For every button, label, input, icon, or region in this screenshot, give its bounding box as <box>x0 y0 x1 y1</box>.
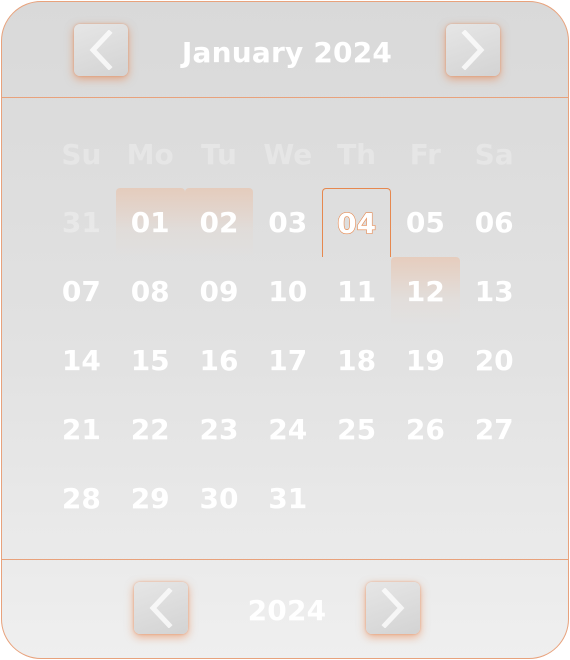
day-cell[interactable]: 10 <box>253 257 322 326</box>
day-cell[interactable]: 30 <box>185 464 254 533</box>
day-cell[interactable]: 17 <box>253 326 322 395</box>
weekday-label: Th <box>337 138 377 171</box>
day-cell[interactable]: 20 <box>460 326 529 395</box>
day-cell[interactable]: 03 <box>253 188 322 257</box>
day-cell[interactable]: 25 <box>322 395 391 464</box>
day-grid: 31 01 02 03 04 05 06 07 08 09 10 11 12 13 14 15 16 17 18 19… <box>47 188 529 533</box>
day-cell[interactable]: 09 <box>185 257 254 326</box>
day-cell-outside-month[interactable]: 31 <box>47 188 116 257</box>
chevron-left-icon <box>89 30 113 70</box>
next-month-button[interactable] <box>446 24 500 76</box>
day-cell[interactable]: 06 <box>460 188 529 257</box>
day-cell[interactable]: 22 <box>116 395 185 464</box>
calendar-widget: January 2024 Su Mo Tu We Th Fr Sa 31 01 02 03 04 05… <box>1 1 569 659</box>
day-cell[interactable]: 16 <box>185 326 254 395</box>
day-cell[interactable]: 28 <box>47 464 116 533</box>
day-cell[interactable]: 26 <box>391 395 460 464</box>
day-cell[interactable]: 15 <box>116 326 185 395</box>
day-cell[interactable]: 07 <box>47 257 116 326</box>
chevron-right-icon <box>381 588 405 628</box>
day-cell[interactable]: 24 <box>253 395 322 464</box>
day-cell[interactable]: 23 <box>185 395 254 464</box>
day-cell[interactable]: 29 <box>116 464 185 533</box>
day-cell[interactable]: 14 <box>47 326 116 395</box>
day-cell[interactable]: 31 <box>253 464 322 533</box>
day-cell[interactable]: 19 <box>391 326 460 395</box>
day-cell-highlighted[interactable]: 12 <box>390 257 460 326</box>
day-cell[interactable]: 27 <box>460 395 529 464</box>
day-cell-highlighted[interactable]: 01 <box>115 188 185 257</box>
weekday-label: Fr <box>409 138 441 171</box>
header-divider <box>2 97 568 98</box>
weekday-label: Sa <box>474 138 514 171</box>
prev-month-button[interactable] <box>74 24 128 76</box>
weekday-label: Su <box>61 138 102 171</box>
chevron-right-icon <box>461 30 485 70</box>
weekday-label: Tu <box>201 138 237 171</box>
weekday-label: We <box>263 138 313 171</box>
day-cell[interactable]: 05 <box>391 188 460 257</box>
year-title: 2024 <box>247 594 327 627</box>
day-cell-today[interactable]: 04 <box>322 188 391 257</box>
chevron-left-icon <box>149 588 173 628</box>
day-cell[interactable]: 21 <box>47 395 116 464</box>
day-cell-highlighted[interactable]: 02 <box>184 188 254 257</box>
day-cell[interactable]: 18 <box>322 326 391 395</box>
day-cell[interactable]: 08 <box>116 257 185 326</box>
weekday-header-row: Su Mo Tu We Th Fr Sa <box>47 135 529 175</box>
next-year-button[interactable] <box>366 582 420 634</box>
day-cell[interactable]: 13 <box>460 257 529 326</box>
footer-divider <box>2 559 568 560</box>
month-year-title: January 2024 <box>181 36 393 69</box>
day-cell[interactable]: 11 <box>322 257 391 326</box>
weekday-label: Mo <box>126 138 174 171</box>
prev-year-button[interactable] <box>134 582 188 634</box>
